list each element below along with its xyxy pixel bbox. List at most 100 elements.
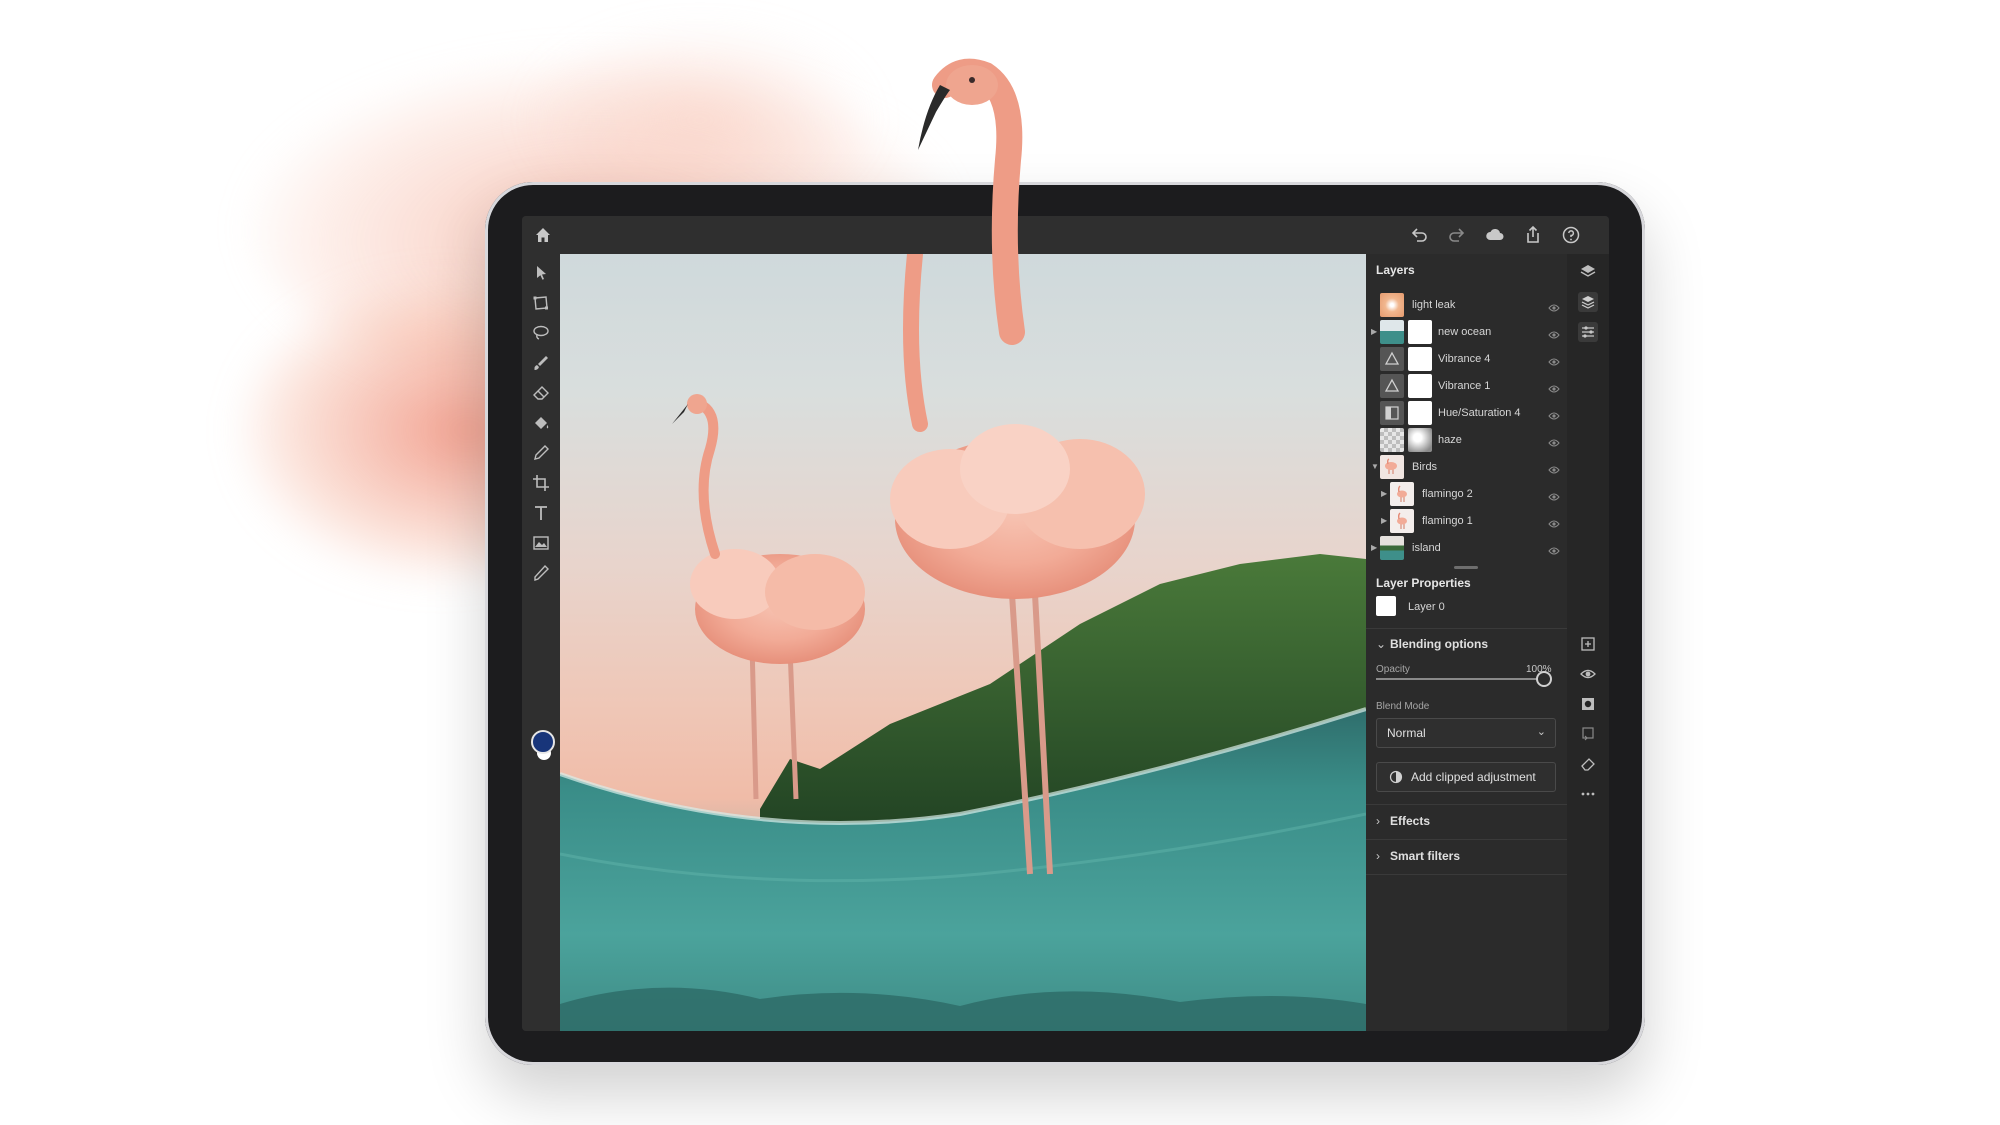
layer-properties-name: Layer 0	[1408, 601, 1445, 613]
eraser-tool-icon[interactable]	[530, 382, 552, 404]
layer-name: Vibrance 4	[1438, 353, 1491, 365]
chevron-right-icon: ›	[1376, 849, 1380, 863]
layer-properties-title: Layer Properties	[1376, 576, 1471, 590]
home-icon[interactable]	[532, 224, 554, 246]
app-screen: Layers light leak ▶ new ocean Vibrance 4…	[522, 216, 1609, 1031]
layer-name: haze	[1438, 434, 1462, 446]
document-canvas[interactable]	[560, 254, 1366, 1031]
layers-panel-title: Layers	[1376, 263, 1415, 277]
opacity-slider-track[interactable]	[1376, 678, 1544, 680]
layer-thumbnail	[1380, 536, 1404, 560]
move-tool-icon[interactable]	[530, 262, 552, 284]
layers-stack-icon[interactable]	[1578, 262, 1598, 282]
visibility-eye-icon[interactable]	[1548, 543, 1560, 555]
visibility-eye-icon[interactable]	[1548, 381, 1560, 393]
transform-tool-icon[interactable]	[530, 292, 552, 314]
layer-thumbnail	[1380, 293, 1404, 317]
help-icon[interactable]	[1560, 224, 1582, 246]
blending-options-title: Blending options	[1390, 637, 1488, 651]
layer-name: flamingo 2	[1422, 488, 1473, 500]
layer-mask-thumbnail	[1408, 428, 1432, 452]
chevron-down-icon: ⌄	[1376, 637, 1387, 651]
layers-details-icon[interactable]	[1578, 292, 1598, 312]
hue-saturation-icon	[1380, 401, 1404, 425]
layer-properties-thumbnail	[1376, 596, 1396, 616]
divider	[1366, 874, 1567, 875]
layer-name: new ocean	[1438, 326, 1492, 338]
opacity-label: Opacity	[1376, 664, 1410, 675]
layer-name: Birds	[1412, 461, 1438, 473]
layer-mask-thumbnail	[1408, 347, 1432, 371]
lasso-tool-icon[interactable]	[530, 322, 552, 344]
mask-icon[interactable]	[1578, 694, 1598, 714]
share-icon[interactable]	[1522, 224, 1544, 246]
expand-arrow-icon[interactable]: ▶	[1371, 327, 1377, 336]
adjustments-sliders-icon[interactable]	[1578, 322, 1598, 342]
eraser-icon[interactable]	[1578, 754, 1598, 774]
layer-mask-thumbnail	[1408, 320, 1432, 344]
visibility-eye-icon[interactable]	[1548, 462, 1560, 474]
visibility-eye-icon[interactable]	[1548, 489, 1560, 501]
visibility-eye-icon[interactable]	[1548, 354, 1560, 366]
visibility-eye-icon[interactable]	[1548, 516, 1560, 528]
smart-filters-header[interactable]: › Smart filters	[1376, 849, 1460, 863]
place-image-icon[interactable]	[530, 532, 552, 554]
visibility-eye-icon[interactable]	[1548, 408, 1560, 420]
layers-panel: Layers light leak ▶ new ocean Vibrance 4…	[1366, 254, 1567, 1031]
visibility-eye-icon[interactable]	[1548, 327, 1560, 339]
tools-toolbar	[522, 254, 560, 1031]
chevron-down-icon: ⌄	[1536, 726, 1546, 738]
cloud-icon[interactable]	[1484, 224, 1506, 246]
visibility-eye-icon[interactable]	[1548, 435, 1560, 447]
divider	[1366, 804, 1567, 805]
layer-mask-thumbnail	[1408, 401, 1432, 425]
brush-tool-icon[interactable]	[530, 352, 552, 374]
panel-rail	[1567, 254, 1609, 1031]
fill-tool-icon[interactable]	[530, 412, 552, 434]
expand-arrow-icon[interactable]: ▶	[1381, 516, 1387, 525]
expand-arrow-icon[interactable]: ▶	[1381, 489, 1387, 498]
opacity-slider-handle[interactable]	[1536, 671, 1552, 687]
eyedropper-icon[interactable]	[530, 562, 552, 584]
add-layer-icon[interactable]	[1578, 634, 1598, 654]
collapse-arrow-icon[interactable]: ▼	[1371, 462, 1379, 471]
adjustment-triangle-icon	[1380, 347, 1404, 371]
crop-tool-icon[interactable]	[530, 472, 552, 494]
effects-header[interactable]: › Effects	[1376, 814, 1430, 828]
divider	[1366, 839, 1567, 840]
undo-icon[interactable]	[1408, 224, 1430, 246]
blend-mode-select[interactable]: Normal ⌄	[1376, 718, 1556, 748]
clip-layer-icon[interactable]	[1578, 724, 1598, 744]
redo-icon[interactable]	[1446, 224, 1468, 246]
layer-row[interactable]: ▶ island	[1366, 531, 1567, 566]
group-thumbnail	[1380, 455, 1404, 479]
visibility-eye-icon[interactable]	[1548, 300, 1560, 312]
adjustment-circle-icon	[1389, 770, 1403, 784]
flamingo-artwork	[560, 254, 1366, 1031]
add-clipped-adjustment-button[interactable]: Add clipped adjustment	[1376, 762, 1556, 792]
layer-name: island	[1412, 542, 1441, 554]
foreground-color-swatch[interactable]	[531, 730, 555, 754]
layer-name: Hue/Saturation 4	[1438, 407, 1521, 419]
blend-mode-label: Blend Mode	[1376, 701, 1430, 712]
layer-thumbnail	[1390, 482, 1414, 506]
layer-name: flamingo 1	[1422, 515, 1473, 527]
divider	[1366, 628, 1567, 629]
layer-name: Vibrance 1	[1438, 380, 1491, 392]
healing-tool-icon[interactable]	[530, 442, 552, 464]
expand-arrow-icon[interactable]: ▶	[1371, 543, 1377, 552]
layer-name: light leak	[1412, 299, 1456, 311]
blending-options-header[interactable]: ⌄ Blending options	[1376, 637, 1488, 651]
layer-thumbnail	[1390, 509, 1414, 533]
chevron-right-icon: ›	[1376, 814, 1380, 828]
layer-mask-thumbnail	[1408, 374, 1432, 398]
smart-filters-title: Smart filters	[1390, 849, 1461, 863]
panel-resize-handle[interactable]	[1454, 566, 1478, 569]
more-options-icon[interactable]	[1578, 784, 1598, 804]
adjustment-triangle-icon	[1380, 374, 1404, 398]
top-bar	[522, 216, 1609, 254]
eye-icon[interactable]	[1578, 664, 1598, 684]
add-clipped-adjustment-label: Add clipped adjustment	[1411, 770, 1536, 784]
effects-title: Effects	[1390, 814, 1431, 828]
text-tool-icon[interactable]	[530, 502, 552, 524]
